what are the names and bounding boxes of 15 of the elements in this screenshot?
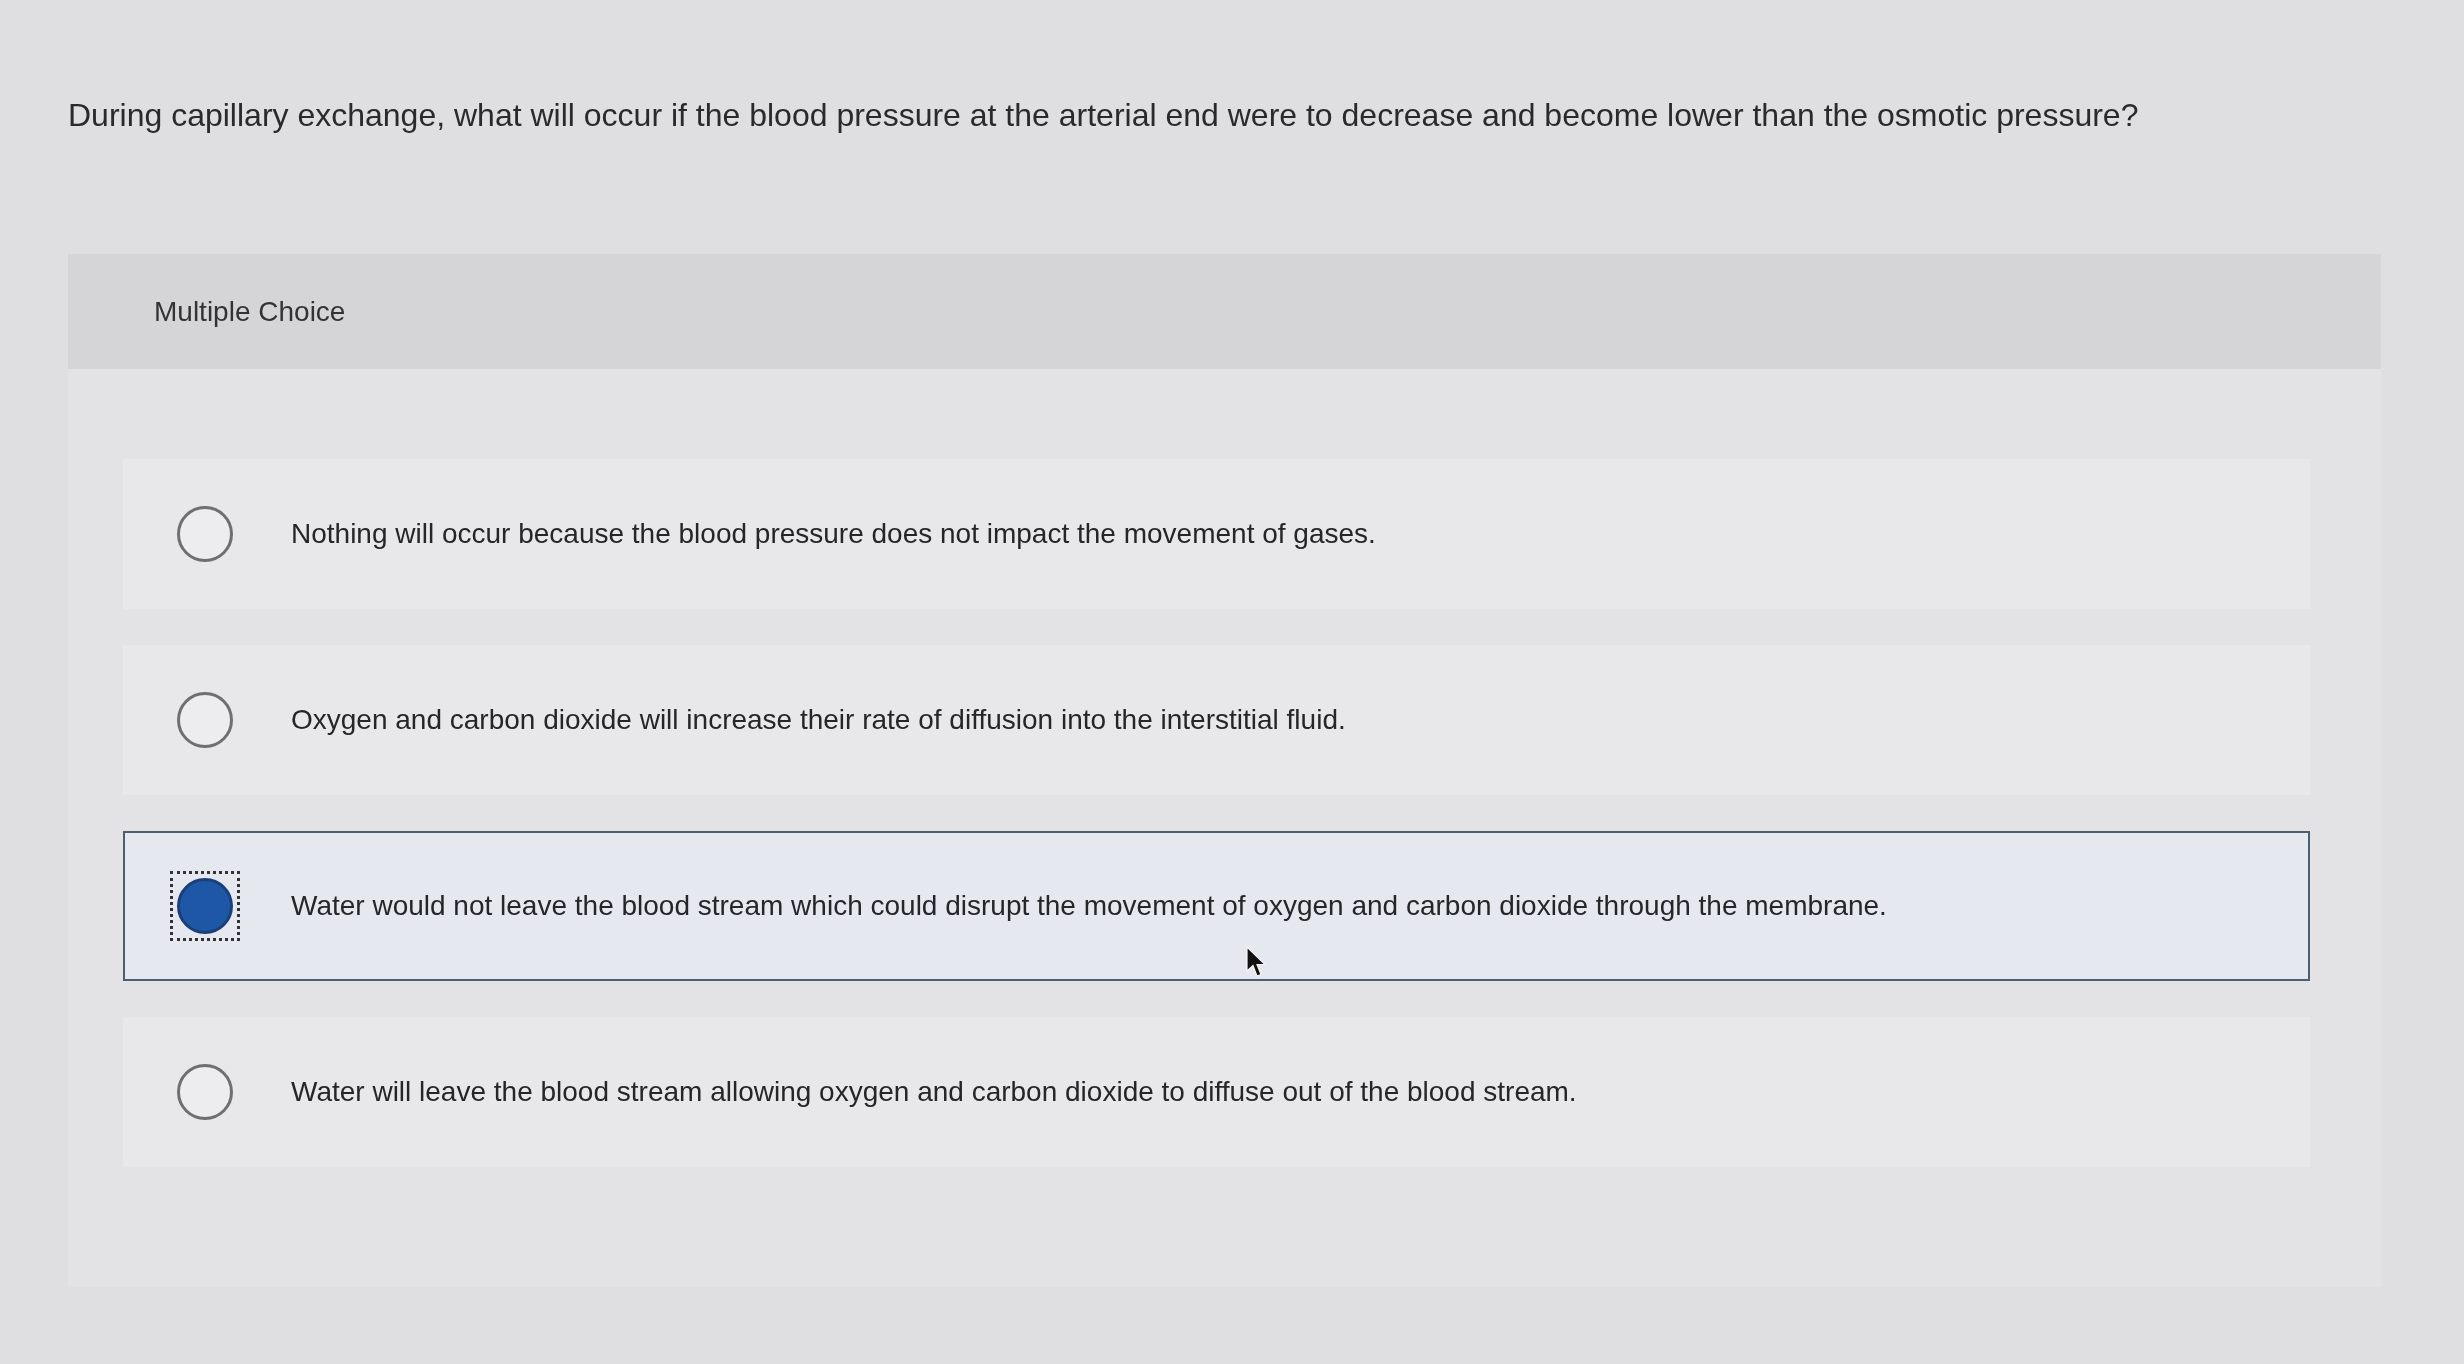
option-text: Water would not leave the blood stream which could disrupt the movement of oxygen and carbon dioxide through the membrane.	[291, 889, 1887, 923]
radio-button[interactable]	[170, 871, 240, 941]
answer-option[interactable]: Water will leave the blood stream allowing oxygen and carbon dioxide to diffuse out of the blood stream.	[123, 1017, 2310, 1167]
radio-button[interactable]	[177, 692, 233, 748]
question-text: During capillary exchange, what will occur if the blood pressure at the arterial end were to decrease and become lower than the osmotic pressure?	[68, 96, 2140, 135]
mouse-cursor-icon	[1246, 946, 1266, 978]
radio-button[interactable]	[177, 506, 233, 562]
answer-option[interactable]: Oxygen and carbon dioxide will increase their rate of diffusion into the interstitial fluid.	[123, 645, 2310, 795]
radio-button[interactable]	[177, 1064, 233, 1120]
answer-option[interactable]: Nothing will occur because the blood pressure does not impact the movement of gases.	[123, 459, 2310, 609]
question-type-label: Multiple Choice	[154, 295, 346, 328]
option-text: Water will leave the blood stream allowing oxygen and carbon dioxide to diffuse out of the blood stream.	[291, 1075, 1577, 1109]
option-text: Nothing will occur because the blood pressure does not impact the movement of gases.	[291, 517, 1376, 551]
option-text: Oxygen and carbon dioxide will increase their rate of diffusion into the interstitial fluid.	[291, 703, 1346, 737]
answer-option[interactable]: Water would not leave the blood stream which could disrupt the movement of oxygen and carbon dioxide through the membrane.	[123, 831, 2310, 981]
